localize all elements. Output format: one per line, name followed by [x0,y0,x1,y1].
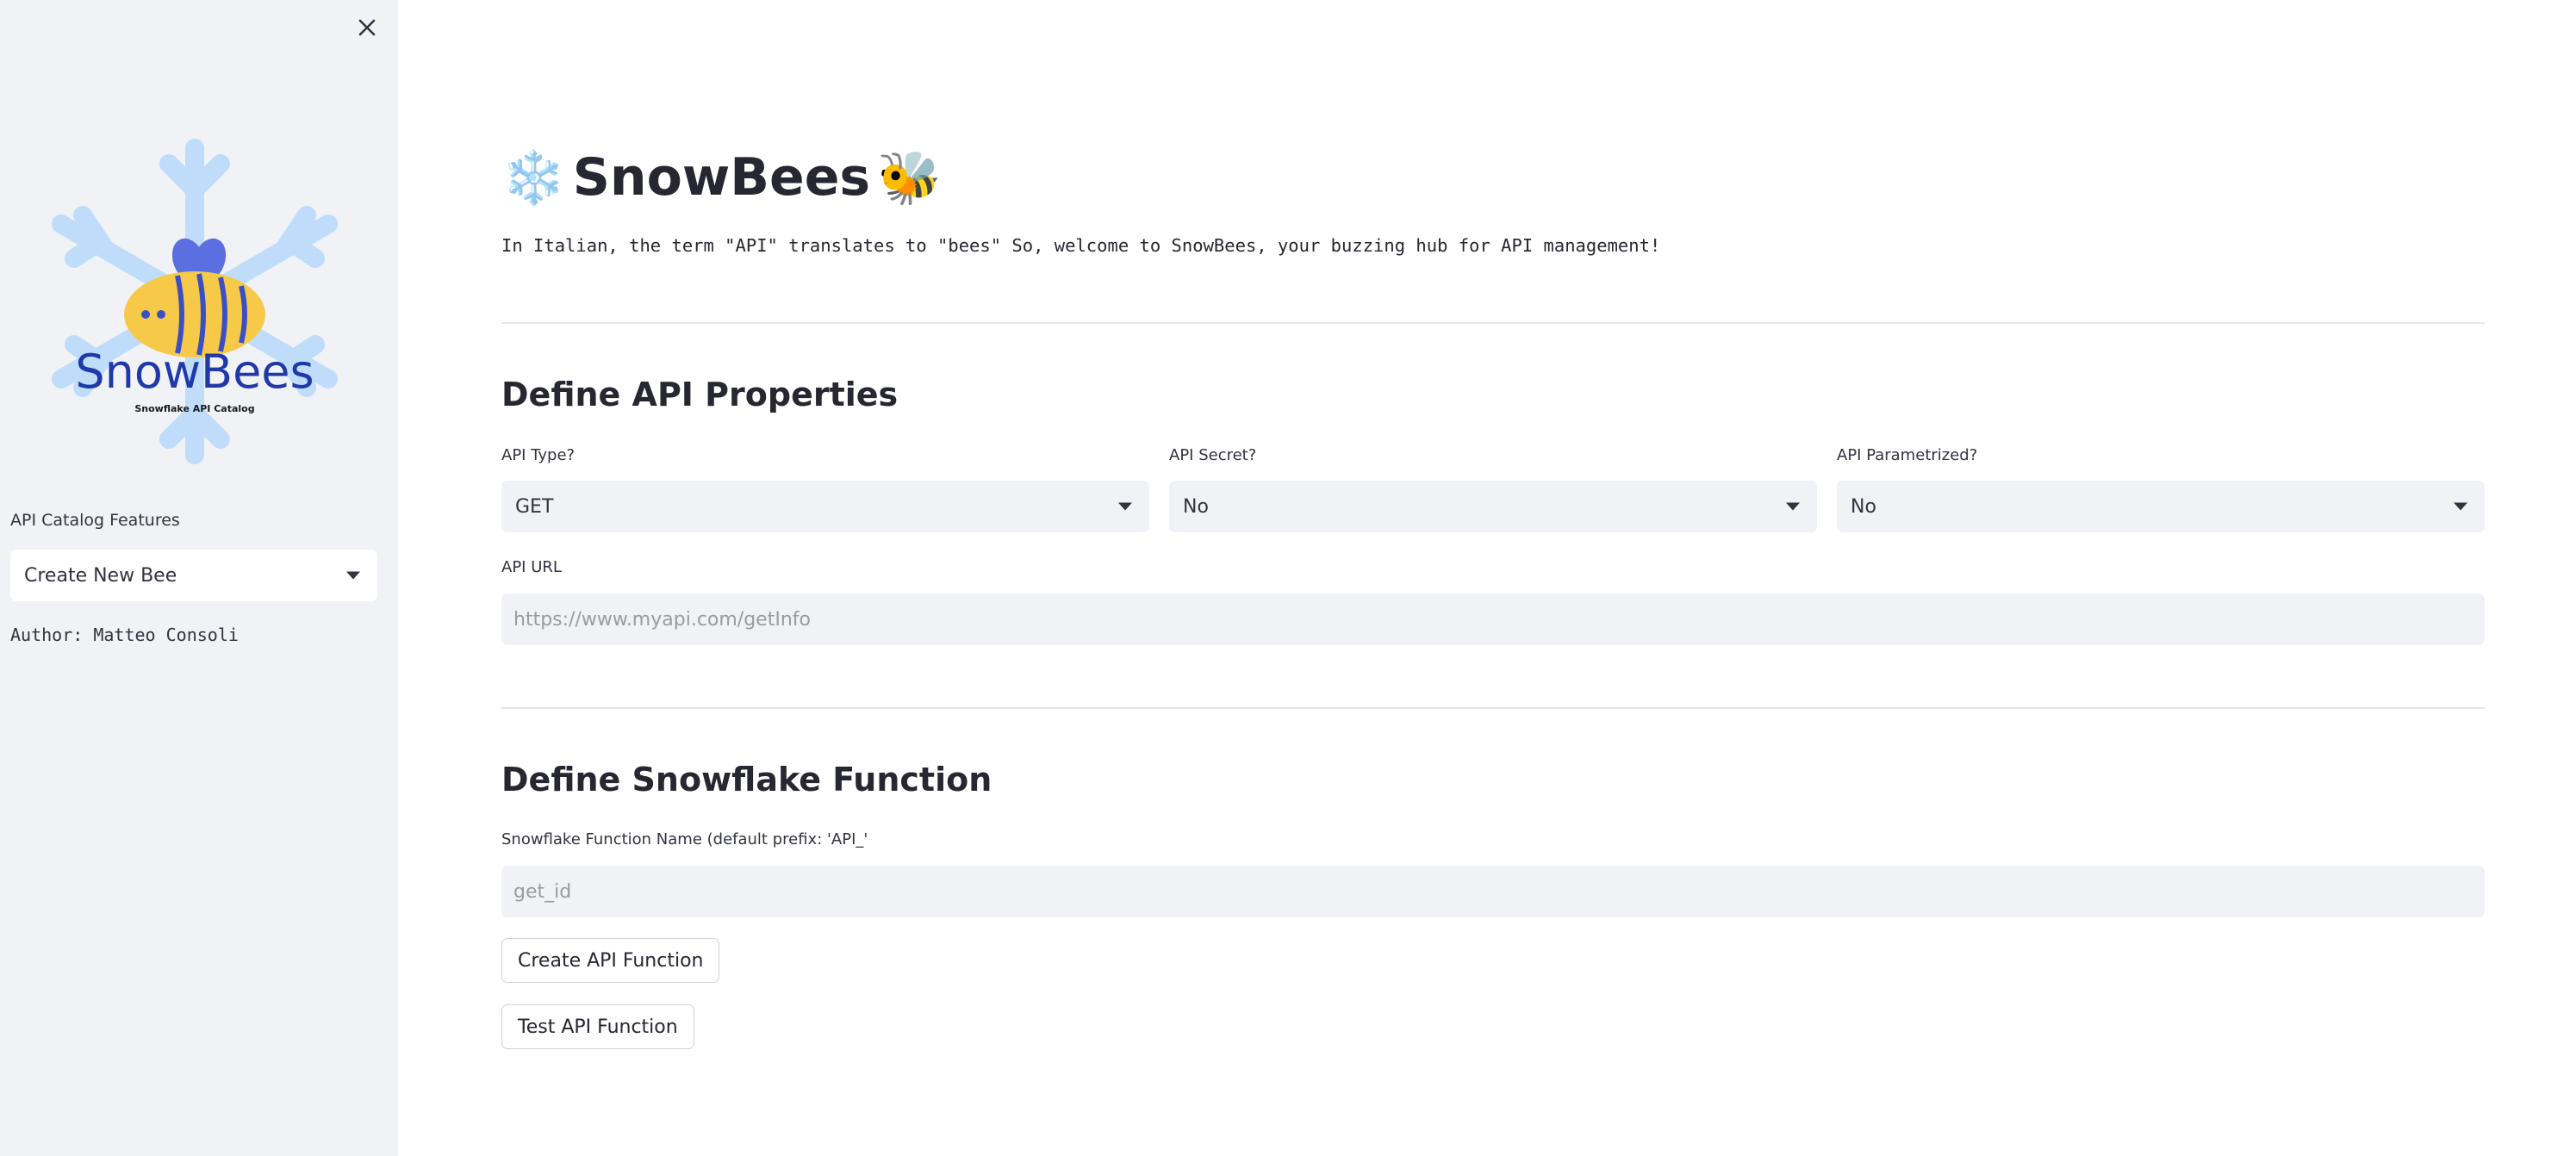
divider [501,707,2485,709]
function-name-placeholder: get_id [513,880,572,903]
svg-text:SnowBees: SnowBees [75,345,314,399]
api-url-label: API URL [501,558,562,576]
snowflake-function-heading: Define Snowflake Function [501,761,992,799]
api-catalog-features-label: API Catalog Features [10,511,180,530]
chevron-down-icon [2454,502,2467,511]
intro-text: In Italian, the term "API" translates to… [501,235,1661,256]
api-catalog-features-value: Create New Bee [24,564,177,587]
test-api-function-button[interactable]: Test API Function [501,1004,694,1049]
divider [501,322,2485,324]
close-icon [358,19,376,36]
sidebar: SnowBees Snowflake API Catalog API Catal… [0,0,398,1156]
api-parametrized-label: API Parametrized? [1837,446,1978,464]
api-secret-label: API Secret? [1169,446,1257,464]
api-catalog-features-select[interactable]: Create New Bee [10,550,377,601]
api-properties-heading: Define API Properties [501,376,899,413]
snowflake-emoji-icon: ❄️ [501,147,566,208]
api-type-label: API Type? [501,446,576,464]
api-parametrized-value: No [1851,495,1876,518]
api-parametrized-select[interactable]: No [1837,481,2485,532]
svg-text:Snowflake API Catalog: Snowflake API Catalog [134,403,254,414]
chevron-down-icon [1786,502,1800,511]
chevron-down-icon [1118,502,1132,511]
api-type-value: GET [515,495,554,518]
page-title: SnowBees [572,147,871,208]
api-secret-select[interactable]: No [1169,481,1817,532]
author-text: Author: Matteo Consoli [10,625,239,645]
function-name-input[interactable]: get_id [501,866,2485,917]
chevron-down-icon [346,571,360,580]
bee-emoji-icon: 🐝 [877,147,942,208]
api-url-input[interactable]: https://www.myapi.com/getInfo [501,594,2485,645]
snowbees-logo: SnowBees Snowflake API Catalog [48,138,341,465]
create-api-function-button[interactable]: Create API Function [501,938,720,983]
close-sidebar-button[interactable] [352,12,383,43]
function-name-label: Snowflake Function Name (default prefix:… [501,830,868,848]
api-url-placeholder: https://www.myapi.com/getInfo [513,608,811,631]
page-title-row: ❄️ SnowBees 🐝 [501,143,942,212]
api-secret-value: No [1183,495,1209,518]
api-type-select[interactable]: GET [501,481,1149,532]
